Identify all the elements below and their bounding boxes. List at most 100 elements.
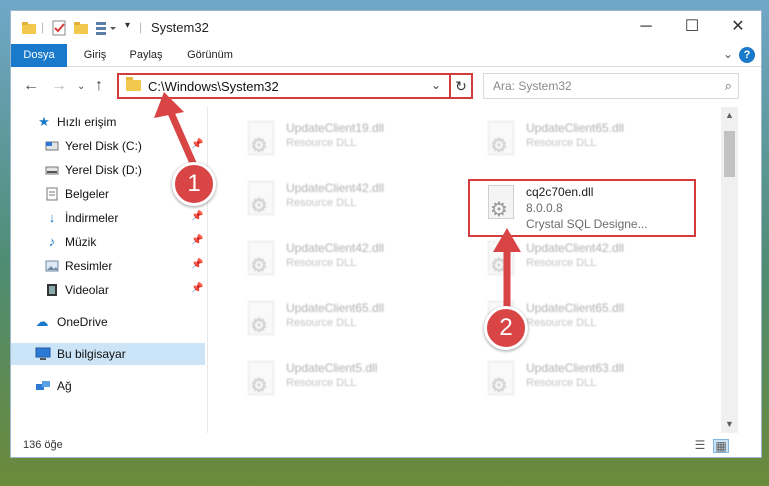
sidebar-item-label: OneDrive [57, 315, 108, 329]
ribbon-tabs: Dosya Giriş Paylaş Görünüm ⌄ ? [11, 44, 761, 100]
large-icons-view-icon[interactable]: ▦ [713, 439, 729, 453]
maximize-button[interactable]: ☐ [669, 11, 715, 43]
vertical-scrollbar[interactable]: ▲ ▼ [721, 107, 738, 433]
sidebar-item-label: İndirmeler [65, 211, 119, 225]
network-icon [35, 379, 50, 393]
sidebar-item-label: Resimler [65, 259, 113, 273]
star-icon: ★ [38, 114, 50, 129]
file-item[interactable]: ⚙ UpdateClient65.dll Resource DLL [476, 115, 706, 171]
file-name: UpdateClient65.dll [286, 301, 385, 315]
folder-icon [21, 20, 37, 36]
file-name: UpdateClient19.dll [286, 121, 385, 135]
recent-locations-icon[interactable]: ⌄ [77, 81, 85, 92]
sidebar-item-label: Hızlı erişim [57, 115, 117, 129]
sidebar-item-music[interactable]: ♪ Müzik 📌 [11, 231, 205, 253]
drive-icon [45, 163, 59, 177]
item-count: 136 öğe [23, 439, 63, 451]
file-type: Resource DLL [286, 317, 357, 329]
file-item[interactable]: ⚙ UpdateClient42.dll Resource DLL [236, 235, 466, 291]
file-name: UpdateClient42.dll [286, 181, 385, 195]
file-name: UpdateClient63.dll [526, 361, 625, 375]
scroll-thumb[interactable] [724, 131, 735, 177]
sidebar-item-downloads[interactable]: ↓ İndirmeler 📌 [11, 207, 205, 229]
separator: | [139, 20, 143, 34]
download-icon: ↓ [48, 210, 56, 225]
up-arrow-icon[interactable]: ↑ [95, 77, 103, 95]
dll-file-icon: ⚙ [244, 241, 276, 281]
dll-file-icon: ⚙ [244, 121, 276, 161]
file-name: UpdateClient65.dll [526, 301, 625, 315]
properties-icon[interactable] [51, 20, 67, 36]
sidebar-item-onedrive[interactable]: ☁ OneDrive [11, 311, 205, 333]
dll-file-icon: ⚙ [244, 181, 276, 221]
file-list: ⚙ UpdateClient19.dll Resource DLL ⚙ Upda… [208, 107, 720, 433]
dll-file-icon: ⚙ [244, 301, 276, 341]
search-icon: ⌕ [724, 78, 732, 93]
pin-icon: 📌 [191, 211, 204, 222]
file-name: UpdateClient65.dll [526, 121, 625, 135]
file-type: Resource DLL [286, 257, 357, 269]
file-type: Resource DLL [286, 197, 357, 209]
file-item[interactable]: ⚙ UpdateClient42.dll Resource DLL [236, 175, 466, 231]
file-type: Resource DLL [526, 377, 597, 389]
search-placeholder: Ara: System32 [493, 79, 572, 93]
window-title: System32 [151, 20, 209, 35]
tab-home[interactable]: Giriş [75, 44, 115, 66]
pin-icon: 📌 [191, 259, 204, 270]
sidebar-item-pictures[interactable]: Resimler 📌 [11, 255, 205, 277]
sidebar-item-label: Müzik [65, 235, 97, 249]
file-name: UpdateClient42.dll [526, 241, 625, 255]
callout-badge-2: 2 [484, 306, 528, 350]
title-bar: | ▾ | System32 ─ ☐ ✕ [11, 11, 761, 43]
expand-ribbon-icon[interactable]: ⌄ [723, 47, 733, 61]
file-type: Resource DLL [526, 317, 597, 329]
quick-access-dropdown-icon[interactable]: ▾ [125, 20, 130, 36]
computer-icon [35, 347, 51, 361]
file-item[interactable]: ⚙ UpdateClient19.dll Resource DLL [236, 115, 466, 171]
details-view-icon[interactable]: ☰ [693, 439, 707, 451]
callout-badge-1: 1 [172, 162, 216, 206]
sidebar-item-label: Belgeler [65, 187, 110, 201]
close-button[interactable]: ✕ [715, 11, 761, 43]
minimize-button[interactable]: ─ [623, 11, 669, 43]
forward-arrow-icon[interactable]: → [51, 77, 67, 95]
search-input[interactable]: Ara: System32 ⌕ [483, 73, 739, 99]
tab-view[interactable]: Görünüm [181, 44, 239, 66]
video-icon [45, 283, 59, 297]
separator: | [41, 20, 45, 34]
sidebar-item-label: Bu bilgisayar [57, 347, 126, 361]
music-icon: ♪ [48, 234, 56, 249]
file-item[interactable]: ⚙ UpdateClient63.dll Resource DLL [476, 355, 706, 411]
tab-share[interactable]: Paylaş [123, 44, 169, 66]
sidebar-item-network[interactable]: Ağ [11, 375, 205, 397]
sidebar-item-this-pc[interactable]: Bu bilgisayar [11, 343, 205, 365]
file-type: Resource DLL [286, 377, 357, 389]
sidebar-item-label: Videolar [65, 283, 109, 297]
file-type: Resource DLL [526, 257, 597, 269]
folder-icon [126, 77, 141, 91]
sidebar-item-videos[interactable]: Videolar 📌 [11, 279, 205, 301]
back-arrow-icon[interactable]: ← [23, 77, 39, 95]
new-folder-icon[interactable] [73, 20, 89, 36]
scroll-up-icon[interactable]: ▲ [721, 107, 738, 124]
documents-icon [45, 187, 59, 201]
dll-file-icon: ⚙ [484, 121, 516, 161]
pin-icon: 📌 [191, 235, 204, 246]
file-item[interactable]: ⚙ UpdateClient5.dll Resource DLL [236, 355, 466, 411]
sidebar-item-label: Yerel Disk (C:) [65, 139, 142, 153]
customize-toolbar-icon[interactable] [95, 20, 121, 36]
help-icon[interactable]: ? [739, 47, 755, 63]
file-item[interactable]: ⚙ UpdateClient65.dll Resource DLL [236, 295, 466, 351]
dll-file-icon: ⚙ [244, 361, 276, 401]
file-name: UpdateClient42.dll [286, 241, 385, 255]
drive-icon [45, 139, 59, 153]
scroll-down-icon[interactable]: ▼ [721, 416, 738, 433]
cloud-icon: ☁ [35, 314, 49, 329]
refresh-button[interactable]: ↻ [449, 73, 473, 99]
sidebar-item-label: Yerel Disk (D:) [65, 163, 142, 177]
sidebar-item-label: Ağ [57, 379, 72, 393]
address-dropdown-icon[interactable]: ⌄ [431, 78, 441, 92]
file-type: Resource DLL [286, 137, 357, 149]
file-name: UpdateClient5.dll [286, 361, 378, 375]
pictures-icon [45, 259, 59, 273]
